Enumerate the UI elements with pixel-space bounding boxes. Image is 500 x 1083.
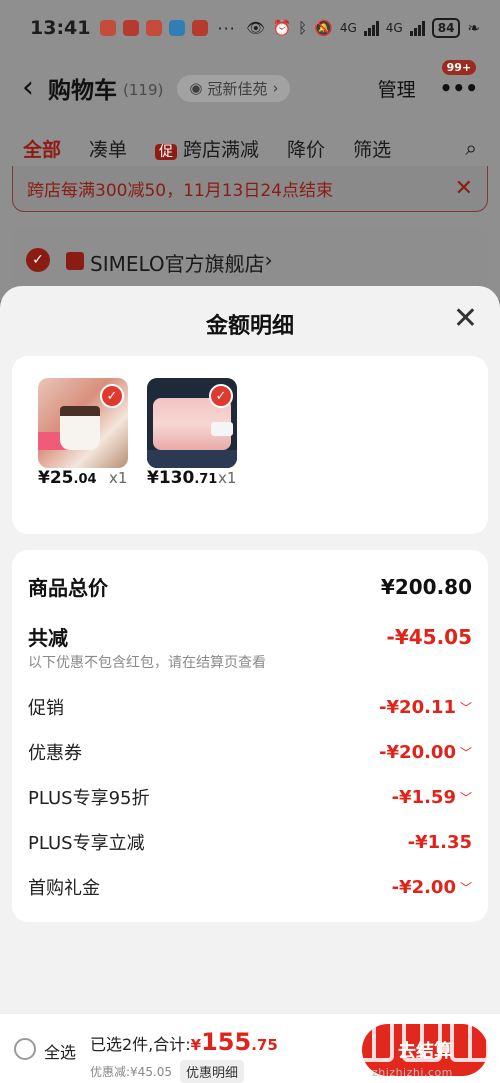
plus-instant-row: PLUS专享立减 -¥1.35: [28, 829, 472, 855]
plus-95-row[interactable]: PLUS专享95折 -¥1.59 ﹀: [28, 784, 472, 810]
app-notification-icon: [192, 20, 209, 36]
cart-header: ‹ 购物车 (119) ◉ 冠新佳苑 › 管理 99+ •••: [0, 58, 500, 118]
chevron-down-icon: ﹀: [459, 790, 472, 805]
mute-icon: 🔕: [314, 19, 333, 37]
close-icon[interactable]: ✕: [453, 304, 478, 334]
cloud-notification-icon: [169, 20, 186, 36]
chevron-down-icon: ﹀: [459, 880, 472, 895]
plus-95-value: -¥1.59 ﹀: [391, 786, 472, 808]
discount-summary: 优惠减:¥45.05 优惠明细: [90, 1060, 245, 1083]
chevron-down-icon: ﹀: [459, 700, 472, 715]
discount-detail-button[interactable]: 优惠明细: [180, 1060, 245, 1083]
discount-note: 以下优惠不包含红包，请在结算页查看: [28, 655, 266, 671]
total-price: ¥155.75: [190, 1028, 278, 1056]
signal-icon: [363, 20, 379, 36]
tab-price-drop[interactable]: 降价: [287, 135, 325, 162]
product-item[interactable]: ✓: [147, 378, 237, 468]
page-title: 购物车: [48, 78, 117, 104]
store-name[interactable]: SIMELO官方旗舰店: [90, 248, 265, 277]
weibo-notification-icon: [100, 20, 117, 36]
app-notification-icon: [123, 20, 140, 36]
promo-mark: 促: [155, 143, 178, 160]
signal-icon: [409, 20, 425, 36]
product-item[interactable]: ✓: [38, 378, 128, 468]
search-icon[interactable]: ⌕: [465, 136, 477, 161]
status-icons: 👁 ⏰ ᛒ 🔕 4G 4G 84 ❧: [246, 18, 480, 38]
tab-bundle[interactable]: 凑单: [89, 135, 127, 162]
alarm-icon: ⏰: [272, 19, 292, 37]
filter-tabs: 全部 凑单 促跨店满减 降价 筛选 ⌕: [0, 128, 500, 168]
tab-label: 跨店满减: [183, 138, 260, 161]
amount-detail-sheet: 金额明细 ✕ ✓ ¥25.04 x1 ✓ ¥130.71 x1 商品总价 ¥20…: [0, 286, 500, 1083]
plus-instant-value: -¥1.35: [407, 831, 472, 853]
cart-count: (119): [123, 81, 164, 99]
product-qty: x1: [218, 469, 237, 487]
check-icon: ✓: [209, 384, 233, 408]
status-bar: 13:41 ··· 👁 ⏰ ᛒ 🔕 4G 4G 84 ❧: [0, 0, 500, 56]
subtotal-row: 商品总价 ¥200.80: [28, 572, 472, 601]
product-card: ✓ ¥25.04 x1 ✓ ¥130.71 x1: [12, 356, 488, 534]
select-all-radio[interactable]: [14, 1038, 36, 1060]
promo-banner-text: 跨店每满300减50，11月13日24点结束: [27, 181, 333, 201]
tab-filter[interactable]: 筛选: [353, 135, 391, 162]
more-icon: •••: [439, 76, 478, 100]
promo-banner: 跨店每满300减50，11月13日24点结束 ✕: [12, 166, 488, 212]
total-discount-row: 共减 -¥45.05: [28, 622, 472, 651]
product-price: ¥25.04: [38, 468, 97, 488]
notification-badge: 99+: [441, 60, 477, 75]
first-purchase-value: -¥2.00 ﹀: [391, 876, 472, 898]
selection-summary: 已选2件,合计: ¥155.75: [90, 1028, 278, 1056]
product-image: ✓: [38, 378, 128, 468]
more-notifications-icon: ···: [217, 18, 236, 38]
subtotal-label: 商品总价: [28, 576, 108, 600]
tab-all[interactable]: 全部: [23, 135, 61, 162]
chevron-right-icon: ›: [264, 248, 273, 272]
subtotal-value: ¥200.80: [380, 574, 472, 599]
eye-icon: 👁: [246, 19, 266, 37]
battery-indicator: 84: [431, 18, 461, 38]
leaf-icon: ❧: [467, 19, 480, 37]
first-purchase-label: 首购礼金: [28, 878, 100, 899]
product-image: ✓: [147, 378, 237, 468]
chevron-down-icon: ﹀: [459, 745, 472, 760]
manage-button[interactable]: 管理: [378, 75, 416, 102]
sheet-title: 金额明细: [205, 314, 294, 339]
plus-95-label: PLUS专享95折: [28, 788, 150, 809]
network-label: 4G: [385, 21, 403, 35]
promotion-value: -¥20.11 ﹀: [379, 696, 472, 718]
select-all-label[interactable]: 全选: [44, 1039, 76, 1063]
network-label: 4G: [339, 21, 357, 35]
total-discount-value: -¥45.05: [386, 624, 472, 649]
more-button[interactable]: 99+ •••: [439, 60, 478, 100]
bluetooth-icon: ᛒ: [298, 19, 308, 37]
close-icon[interactable]: ✕: [455, 176, 473, 201]
total-discount-label: 共减: [28, 626, 68, 650]
coupon-row[interactable]: 优惠券 -¥20.00 ﹀: [28, 739, 472, 765]
selected-count: 已选2件,合计:: [90, 1035, 191, 1054]
price-detail-card: 商品总价 ¥200.80 共减 -¥45.05 以下优惠不包含红包，请在结算页查…: [12, 550, 488, 922]
weibo-notification-icon: [146, 20, 163, 36]
promotion-row[interactable]: 促销 -¥20.11 ﹀: [28, 694, 472, 720]
discount-amount: 优惠减:¥45.05: [90, 1065, 173, 1079]
tab-cross-store[interactable]: 促跨店满减: [155, 135, 259, 162]
plus-instant-label: PLUS专享立减: [28, 833, 145, 854]
coupon-label: 优惠券: [28, 743, 82, 764]
watermark-text: zhizhizhi.com: [372, 1066, 453, 1079]
product-price: ¥130.71: [147, 468, 218, 488]
chevron-right-icon: ›: [272, 79, 279, 97]
check-icon[interactable]: ✓: [26, 248, 50, 272]
status-time: 13:41: [30, 17, 91, 39]
location-chip[interactable]: ◉ 冠新佳苑 ›: [177, 74, 291, 102]
location-label: 冠新佳苑: [207, 79, 268, 98]
store-logo-icon: [66, 252, 84, 270]
first-purchase-row[interactable]: 首购礼金 -¥2.00 ﹀: [28, 874, 472, 900]
eye-icon: ◉: [189, 79, 203, 97]
check-icon: ✓: [100, 384, 124, 408]
promotion-label: 促销: [28, 698, 64, 719]
coupon-value: -¥20.00 ﹀: [379, 741, 472, 763]
back-icon[interactable]: ‹: [22, 73, 34, 103]
product-qty: x1: [109, 469, 128, 487]
